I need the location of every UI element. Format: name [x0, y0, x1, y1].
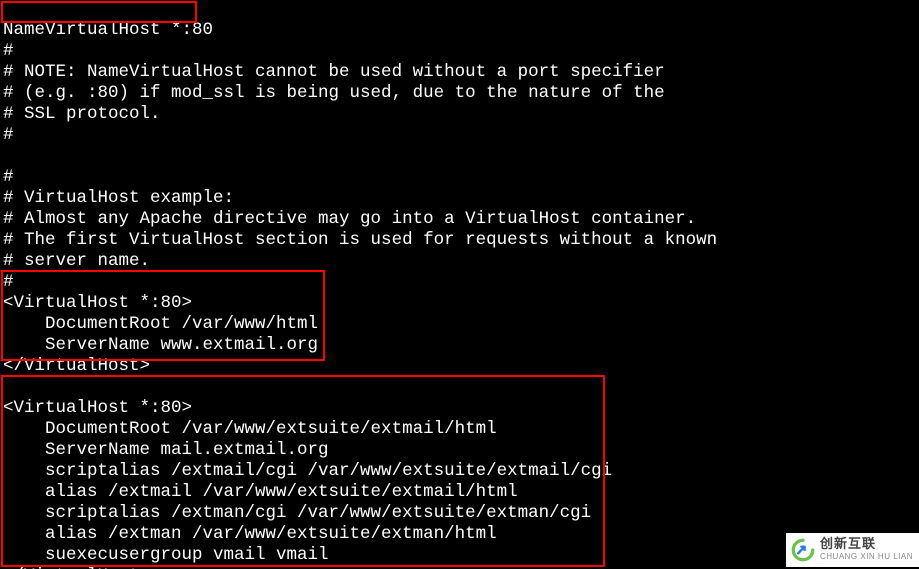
config-file-content: NameVirtualHost *:80 # # NOTE: NameVirtu…	[3, 20, 717, 569]
watermark-badge: 创新互联 CHUANG XIN HU LIAN	[786, 533, 919, 567]
watermark-logo-icon	[790, 537, 816, 563]
watermark-brand-pinyin: CHUANG XIN HU LIAN	[820, 550, 913, 563]
watermark-brand-cn: 创新互联	[820, 537, 913, 550]
